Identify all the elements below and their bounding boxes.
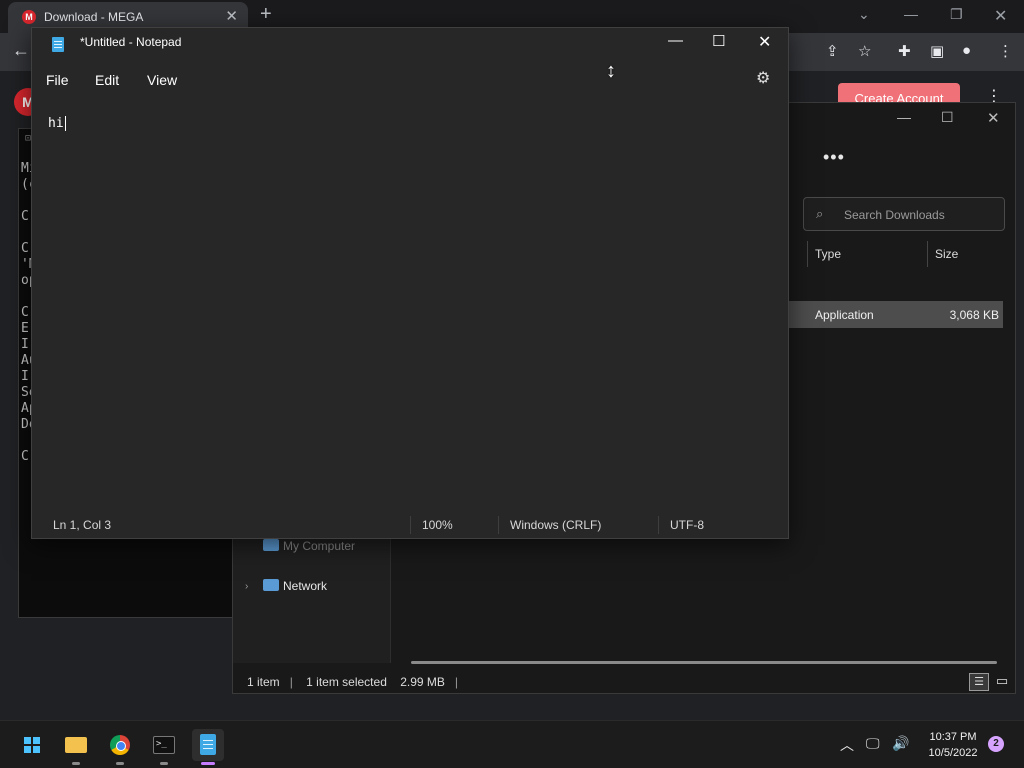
notification-badge[interactable]: 2 <box>988 736 1004 752</box>
taskbar-clock[interactable]: 10:37 PM 10/5/2022 <box>920 729 986 761</box>
running-indicator <box>160 762 168 765</box>
network-monitor-icon[interactable]: 🖵 <box>866 735 880 752</box>
minimize-icon[interactable]: — <box>668 32 683 49</box>
bookmark-star-icon[interactable]: ☆ <box>858 42 871 60</box>
status-selected-count: 1 item selected <box>306 675 387 689</box>
notepad-app-icon <box>52 37 64 52</box>
horizontal-scrollbar[interactable] <box>411 661 997 664</box>
new-tab-button[interactable]: + <box>260 3 272 26</box>
status-item-count: 1 item <box>247 675 280 689</box>
search-icon: ⌕ <box>816 206 824 221</box>
menu-edit[interactable]: Edit <box>95 72 119 88</box>
share-icon[interactable]: ⇪ <box>826 42 839 60</box>
status-divider <box>658 516 659 534</box>
folder-icon <box>65 737 87 753</box>
active-indicator <box>201 762 215 765</box>
status-separator: | <box>289 675 293 689</box>
explorer-search-input[interactable]: ⌕ Search Downloads <box>803 197 1005 231</box>
status-zoom-level: 100% <box>422 518 453 532</box>
taskbar-file-explorer[interactable] <box>60 729 92 765</box>
status-cursor-position: Ln 1, Col 3 <box>53 518 112 532</box>
browser-tab-title: Download - MEGA <box>44 10 144 24</box>
editor-text: hi <box>48 116 64 131</box>
browser-close-icon[interactable]: ✕ <box>994 6 1007 26</box>
network-icon <box>263 579 279 591</box>
notepad-icon <box>200 734 216 755</box>
taskbar-chrome[interactable] <box>104 729 136 765</box>
taskbar-notepad[interactable] <box>192 729 224 765</box>
status-encoding: UTF-8 <box>670 518 704 532</box>
explorer-close-icon[interactable]: ✕ <box>987 109 1000 127</box>
nav-item-my-computer[interactable]: My Computer <box>283 539 355 553</box>
file-size: 3,068 KB <box>949 308 999 322</box>
side-panel-icon[interactable]: ▣ <box>930 42 944 60</box>
text-caret <box>64 116 66 131</box>
volume-icon[interactable]: 🔊 <box>892 735 909 752</box>
file-type: Application <box>815 308 874 322</box>
clock-time: 10:37 PM <box>929 731 977 743</box>
settings-gear-icon[interactable]: ⚙ <box>756 68 770 88</box>
terminal-icon: >_ <box>153 736 175 754</box>
column-header-type[interactable]: Type <box>815 247 841 261</box>
notepad-window[interactable]: *Untitled - Notepad — ☐ ✕ File Edit View… <box>31 27 789 539</box>
status-divider <box>498 516 499 534</box>
start-button[interactable] <box>16 729 48 761</box>
close-tab-icon[interactable]: ✕ <box>225 7 238 25</box>
explorer-maximize-icon[interactable]: ☐ <box>941 109 954 126</box>
explorer-status-bar: 1 item | 1 item selected 2.99 MB | <box>247 675 468 689</box>
editor-content: hi <box>48 116 66 131</box>
explorer-nav-pane: My Computer › Network <box>233 533 391 663</box>
column-header-size[interactable]: Size <box>935 247 958 261</box>
details-view-icon[interactable]: ☰ <box>969 673 989 691</box>
mega-favicon-icon: M <box>22 10 36 24</box>
windows-start-icon <box>24 737 40 753</box>
chrome-icon <box>110 735 130 755</box>
profile-avatar-icon[interactable]: ● <box>962 42 971 59</box>
vertical-resize-cursor-icon: ↕ <box>606 60 616 82</box>
column-divider[interactable] <box>807 241 808 267</box>
taskbar: >_ ︿ 🖵 🔊 10:37 PM 10/5/2022 2 <box>0 720 1024 768</box>
explorer-minimize-icon[interactable]: — <box>897 109 911 125</box>
menu-view[interactable]: View <box>147 72 177 88</box>
tab-search-chevron-icon[interactable]: ⌄ <box>858 6 870 23</box>
extensions-puzzle-icon[interactable]: ✚ <box>898 42 911 60</box>
computer-icon <box>263 539 279 551</box>
menu-bar: File Edit View <box>32 62 788 98</box>
status-line-ending: Windows (CRLF) <box>510 518 602 532</box>
running-indicator <box>116 762 124 765</box>
browser-minimize-icon[interactable]: — <box>904 6 918 22</box>
back-arrow-icon[interactable]: ← <box>12 40 30 61</box>
menu-file[interactable]: File <box>46 72 69 88</box>
search-placeholder: Search Downloads <box>844 208 945 222</box>
text-editor-area[interactable]: hi <box>32 98 788 506</box>
notepad-status-bar: Ln 1, Col 3 100% Windows (CRLF) UTF-8 <box>32 512 788 538</box>
tray-overflow-chevron-icon[interactable]: ︿ <box>840 735 854 755</box>
explorer-more-options-button[interactable]: ••• <box>823 147 845 168</box>
status-divider <box>410 516 411 534</box>
status-selected-size: 2.99 MB <box>400 675 445 689</box>
window-title: *Untitled - Notepad <box>80 35 182 49</box>
large-icons-view-icon[interactable]: ▭ <box>993 673 1011 691</box>
file-row[interactable]: Application 3,068 KB <box>789 301 1003 328</box>
nav-item-network[interactable]: Network <box>283 579 327 593</box>
taskbar-terminal[interactable]: >_ <box>148 729 180 765</box>
running-indicator <box>72 762 80 765</box>
chevron-right-icon[interactable]: › <box>245 581 248 592</box>
status-separator: | <box>454 675 459 689</box>
browser-restore-icon[interactable]: ❐ <box>950 6 963 23</box>
column-divider[interactable] <box>927 241 928 267</box>
clock-date: 10/5/2022 <box>928 747 978 759</box>
close-icon[interactable]: ✕ <box>758 32 771 52</box>
browser-menu-kebab-icon[interactable]: ⋮ <box>998 42 1013 60</box>
maximize-icon[interactable]: ☐ <box>712 32 725 50</box>
